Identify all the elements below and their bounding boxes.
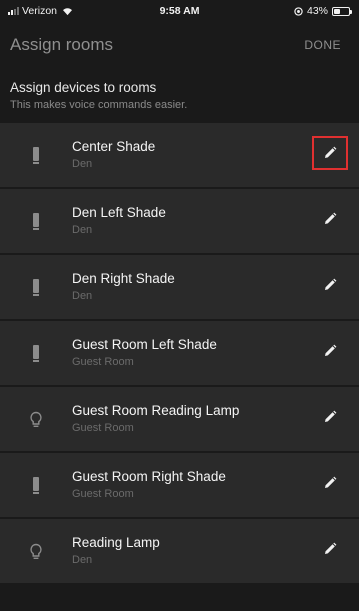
device-row[interactable]: Center Shade Den (0, 123, 359, 187)
pencil-icon (325, 278, 337, 290)
status-right: 43% (294, 5, 352, 17)
shade-icon (29, 477, 43, 497)
device-row[interactable]: Den Left Shade Den (0, 189, 359, 253)
shade-icon (29, 279, 43, 299)
done-button[interactable]: DONE (304, 38, 341, 52)
device-name: Reading Lamp (72, 535, 160, 550)
edit-button[interactable] (312, 268, 348, 302)
header: Assign rooms DONE (0, 26, 359, 70)
device-row[interactable]: Den Right Shade Den (0, 255, 359, 319)
device-room: Den (72, 224, 93, 236)
shade-icon (29, 213, 43, 233)
device-room: Guest Room (72, 356, 134, 368)
intro-section: Assign devices to rooms This makes voice… (10, 80, 187, 111)
device-row[interactable]: Guest Room Left Shade Guest Room (0, 321, 359, 385)
page-title: Assign rooms (10, 35, 113, 54)
device-name: Den Left Shade (72, 205, 166, 220)
edit-button[interactable] (312, 532, 348, 566)
intro-subtitle: This makes voice commands easier. (10, 99, 188, 111)
pencil-icon (325, 344, 337, 356)
device-name: Center Shade (72, 139, 156, 154)
shade-icon (29, 147, 43, 167)
device-room: Guest Room (72, 488, 134, 500)
device-room: Den (72, 158, 93, 170)
battery-icon (332, 6, 352, 16)
pencil-icon (325, 212, 337, 224)
pencil-icon (325, 476, 337, 488)
device-name: Guest Room Left Shade (72, 337, 217, 352)
battery-level (334, 8, 341, 14)
location-icon (294, 6, 303, 16)
device-room: Den (72, 554, 93, 566)
device-room: Guest Room (72, 422, 134, 434)
battery-percent: 43% (306, 5, 328, 17)
device-name: Guest Room Right Shade (72, 469, 226, 484)
edit-button[interactable] (312, 400, 348, 434)
edit-button[interactable] (312, 334, 348, 368)
device-room: Den (72, 290, 93, 302)
shade-icon (29, 345, 43, 365)
pencil-icon (325, 542, 337, 554)
edit-button[interactable] (312, 466, 348, 500)
device-row[interactable]: Reading Lamp Den (0, 519, 359, 583)
device-name: Den Right Shade (72, 271, 175, 286)
pencil-icon (325, 146, 337, 158)
lightbulb-icon (29, 411, 43, 431)
edit-button[interactable] (312, 202, 348, 236)
intro-title: Assign devices to rooms (10, 80, 157, 95)
status-bar: Verizon 9:58 AM 43% (0, 0, 359, 20)
device-row[interactable]: Guest Room Reading Lamp Guest Room (0, 387, 359, 451)
device-name: Guest Room Reading Lamp (72, 403, 240, 418)
device-list: Center Shade Den Den Left Shade Den Den Righ… (0, 123, 359, 585)
edit-button[interactable] (312, 136, 348, 170)
lightbulb-icon (29, 543, 43, 563)
device-row[interactable]: Guest Room Right Shade Guest Room (0, 453, 359, 517)
pencil-icon (325, 410, 337, 422)
